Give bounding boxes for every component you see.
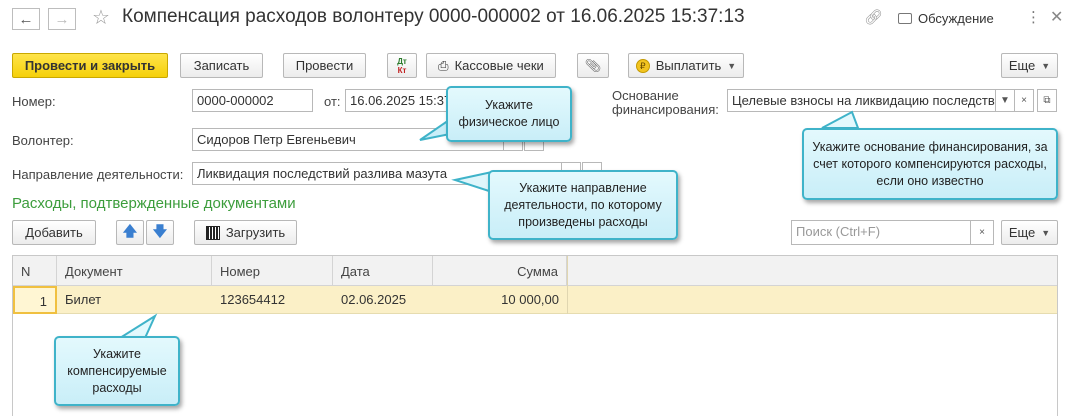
load-label: Загрузить bbox=[225, 225, 286, 240]
callout-volunteer: Укажите физическое лицо bbox=[446, 86, 572, 142]
number-field[interactable]: 0000-000002 bbox=[192, 89, 313, 112]
column-header-n[interactable]: N bbox=[13, 256, 57, 286]
barcode-icon bbox=[205, 225, 220, 240]
close-icon[interactable]: ✕ bbox=[1050, 7, 1063, 27]
cell-n[interactable]: 1 bbox=[13, 286, 57, 314]
window-title: Компенсация расходов волонтеру 0000-0000… bbox=[122, 6, 745, 27]
callout-direction: Укажите направление деятельности, по кот… bbox=[488, 170, 678, 240]
cash-receipts-button[interactable]: ⎙ Кассовые чеки bbox=[426, 53, 556, 78]
expenses-section-title: Расходы, подтвержденные документами bbox=[12, 195, 296, 212]
kt-label: Кт bbox=[397, 65, 407, 75]
favorite-star-icon[interactable]: ☆ bbox=[92, 5, 110, 30]
table-more-label: Еще bbox=[1008, 225, 1036, 240]
discussion-button[interactable]: Обсуждение bbox=[898, 11, 994, 26]
column-divider bbox=[567, 256, 568, 314]
more-actions-icon[interactable]: ⋮ bbox=[1026, 8, 1041, 26]
forward-button[interactable]: → bbox=[48, 8, 76, 30]
chevron-down-icon: ▼ bbox=[1041, 227, 1051, 238]
column-header-date[interactable]: Дата bbox=[333, 256, 433, 286]
discussion-icon bbox=[898, 13, 912, 24]
more-label: Еще bbox=[1008, 58, 1036, 73]
more-button[interactable]: Еще ▼ bbox=[1001, 53, 1058, 78]
table-more-button[interactable]: Еще ▼ bbox=[1001, 220, 1058, 245]
discussion-label: Обсуждение bbox=[918, 11, 994, 26]
funding-label: Основание финансирования: bbox=[612, 89, 719, 117]
funding-label-line1: Основание bbox=[612, 88, 679, 103]
move-down-button[interactable]: 🡇 bbox=[146, 220, 174, 245]
clear-icon: × bbox=[1021, 95, 1027, 106]
post-and-close-button[interactable]: Провести и закрыть bbox=[12, 53, 168, 78]
pay-button[interactable]: ₽ Выплатить ▼ bbox=[628, 53, 744, 78]
arrow-up-icon: 🡅 bbox=[122, 222, 138, 239]
date-field[interactable]: 16.06.2025 15:37:13 bbox=[345, 89, 457, 112]
chevron-down-icon: ▼ bbox=[1041, 60, 1051, 71]
back-button[interactable]: ← bbox=[12, 8, 40, 30]
funding-clear-button[interactable]: × bbox=[1014, 89, 1034, 112]
pay-label: Выплатить bbox=[655, 58, 722, 73]
printer-icon: ⎙ bbox=[438, 57, 449, 73]
paperclip-icon: 📎︎ bbox=[584, 57, 602, 73]
callout-expenses: Укажите компенсируемые расходы bbox=[54, 336, 180, 406]
table-header: N Документ Номер Дата Сумма bbox=[13, 256, 1057, 286]
arrow-right-icon: → bbox=[54, 10, 70, 28]
funding-dropdown-button[interactable]: ▼ bbox=[995, 89, 1015, 112]
link-icon[interactable]: 🔗︎ bbox=[864, 8, 883, 26]
column-header-number[interactable]: Номер bbox=[212, 256, 333, 286]
post-button[interactable]: Провести bbox=[283, 53, 366, 78]
callout-funding: Укажите основание финансирования, за сче… bbox=[802, 128, 1058, 200]
cell-amount[interactable]: 10 000,00 bbox=[433, 286, 567, 314]
open-form-icon: ⧉ bbox=[1043, 95, 1051, 106]
dt-kt-button[interactable]: Дт Кт bbox=[387, 53, 417, 78]
table-row[interactable]: 1 Билет 123654412 02.06.2025 10 000,00 bbox=[13, 286, 1057, 314]
add-button[interactable]: Добавить bbox=[12, 220, 96, 245]
save-button[interactable]: Записать bbox=[180, 53, 263, 78]
arrow-left-icon: ← bbox=[18, 10, 34, 28]
chevron-down-icon: ▼ bbox=[1000, 95, 1010, 106]
arrow-down-icon: 🡇 bbox=[152, 222, 168, 239]
funding-open-button[interactable]: ⧉ bbox=[1037, 89, 1057, 112]
clear-icon: × bbox=[979, 227, 985, 238]
funding-label-line2: финансирования: bbox=[612, 102, 719, 117]
funding-field[interactable]: Целевые взносы на ликвидацию последствий… bbox=[727, 89, 996, 112]
dt-label: Дт bbox=[397, 56, 407, 66]
pointer-funding bbox=[821, 110, 860, 129]
cash-receipts-label: Кассовые чеки bbox=[454, 58, 544, 73]
direction-label: Направление деятельности: bbox=[12, 167, 184, 182]
cell-number[interactable]: 123654412 bbox=[212, 286, 333, 314]
ruble-coin-icon: ₽ bbox=[635, 58, 650, 73]
column-header-amount[interactable]: Сумма bbox=[433, 256, 567, 286]
load-button[interactable]: Загрузить bbox=[194, 220, 297, 245]
column-header-document[interactable]: Документ bbox=[57, 256, 212, 286]
search-clear-button[interactable]: × bbox=[970, 220, 994, 245]
attachments-button[interactable]: 📎︎ bbox=[577, 53, 609, 78]
cell-date[interactable]: 02.06.2025 bbox=[333, 286, 433, 314]
move-up-button[interactable]: 🡅 bbox=[116, 220, 144, 245]
volunteer-label: Волонтер: bbox=[12, 133, 74, 148]
chevron-down-icon: ▼ bbox=[727, 60, 737, 71]
number-label: Номер: bbox=[12, 94, 56, 109]
cell-document[interactable]: Билет bbox=[57, 286, 212, 314]
date-label: от: bbox=[324, 94, 341, 109]
search-input[interactable]: Поиск (Ctrl+F) bbox=[791, 220, 971, 245]
